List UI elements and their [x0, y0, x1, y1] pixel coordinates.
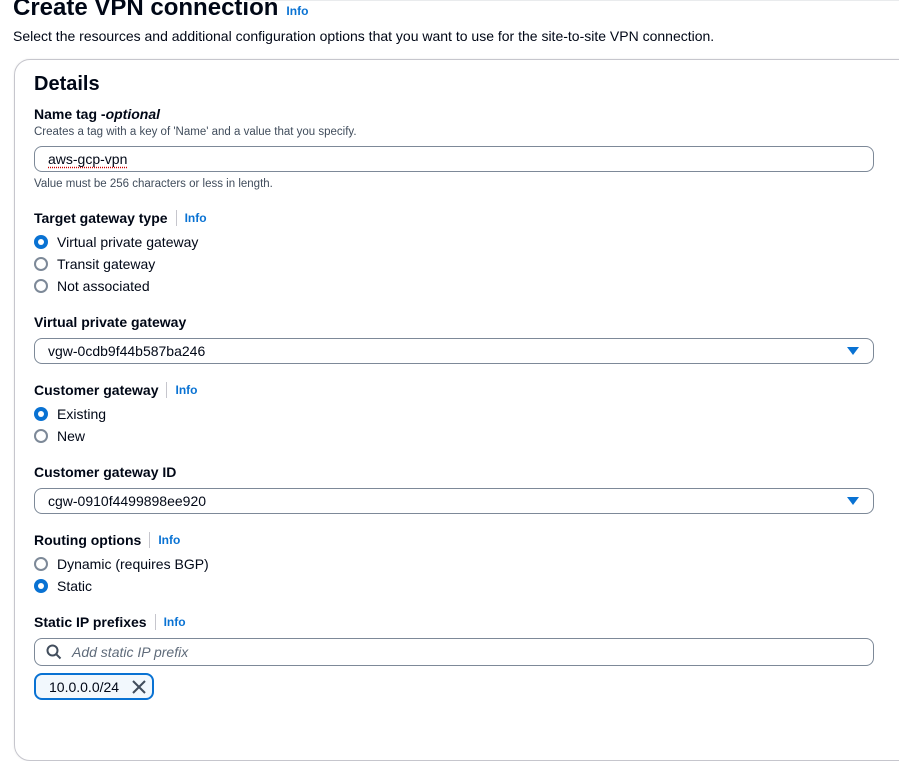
static-ip-prefixes-label-text: Static IP prefixes — [34, 614, 147, 630]
prefix-token: 10.0.0.0/24 — [34, 673, 154, 700]
radio-virtual-private-gateway[interactable]: Virtual private gateway — [34, 234, 198, 250]
radio-label: Static — [57, 578, 93, 594]
radio-selected-indicator — [34, 235, 48, 249]
prefix-token-value: 10.0.0.0/24 — [49, 679, 120, 695]
static-ip-prefixes-label: Static IP prefixes Info — [34, 614, 186, 630]
target-gateway-label-text: Target gateway type — [34, 210, 168, 226]
radio-existing[interactable]: Existing — [34, 406, 106, 422]
customer-gateway-info-link[interactable]: Info — [175, 383, 197, 397]
customer-gateway-id-value: cgw-0910f4499898ee920 — [48, 493, 207, 509]
radio-label: Transit gateway — [57, 256, 156, 272]
target-gateway-label: Target gateway type Info — [34, 210, 207, 226]
radio-dynamic[interactable]: Dynamic (requires BGP) — [34, 556, 209, 572]
page-header: Create VPN connection Info — [13, 0, 308, 22]
close-icon[interactable] — [131, 679, 147, 698]
static-ip-prefixes-info-link[interactable]: Info — [164, 615, 186, 629]
name-tag-hint: Creates a tag with a key of 'Name' and a… — [34, 126, 357, 138]
label-divider — [175, 210, 177, 226]
radio-indicator — [34, 557, 48, 571]
search-icon — [46, 644, 62, 663]
radio-label: Dynamic (requires BGP) — [57, 556, 209, 572]
name-tag-input[interactable]: aws-gcp-vpn — [34, 146, 874, 172]
target-gateway-info-link[interactable]: Info — [185, 211, 207, 225]
radio-transit-gateway[interactable]: Transit gateway — [34, 256, 155, 272]
radio-selected-indicator — [34, 407, 48, 421]
virtual-private-gateway-label: Virtual private gateway — [34, 314, 187, 330]
title-info-link[interactable]: Info — [286, 4, 308, 18]
routing-options-info-link[interactable]: Info — [158, 533, 180, 547]
radio-indicator — [34, 257, 48, 271]
page-description: Select the resources and additional conf… — [13, 28, 715, 44]
radio-label: Existing — [57, 406, 107, 422]
virtual-private-gateway-select[interactable]: vgw-0cdb9f44b587ba246 — [34, 338, 874, 364]
radio-indicator — [34, 279, 48, 293]
name-tag-value: aws-gcp-vpn — [48, 151, 128, 167]
radio-label: Virtual private gateway — [57, 234, 199, 250]
label-divider — [154, 614, 156, 630]
radio-new[interactable]: New — [34, 428, 85, 444]
optional-text: optional — [105, 106, 161, 122]
virtual-private-gateway-value: vgw-0cdb9f44b587ba246 — [48, 343, 206, 359]
name-tag-label-text: Name tag - — [34, 106, 106, 122]
label-divider — [149, 532, 151, 548]
radio-not-associated[interactable]: Not associated — [34, 278, 150, 294]
customer-gateway-id-label: Customer gateway ID — [34, 464, 177, 480]
page-title: Create VPN connection — [13, 0, 279, 21]
customer-gateway-id-select[interactable]: cgw-0910f4499898ee920 — [34, 488, 874, 514]
caret-down-icon — [847, 347, 859, 355]
radio-static[interactable]: Static — [34, 578, 92, 594]
customer-gateway-label-text: Customer gateway — [34, 382, 159, 398]
label-divider — [166, 382, 168, 398]
customer-gateway-label: Customer gateway Info — [34, 382, 197, 398]
name-tag-label: Name tag - optional — [34, 106, 160, 122]
radio-selected-indicator — [34, 579, 48, 593]
radio-label: New — [57, 428, 86, 444]
details-heading: Details — [34, 73, 100, 95]
radio-label: Not associated — [57, 278, 150, 294]
radio-indicator — [34, 429, 48, 443]
routing-options-label: Routing options Info — [34, 532, 180, 548]
static-ip-prefix-input[interactable]: Add static IP prefix — [34, 638, 874, 666]
top-divider — [245, 0, 899, 1]
name-tag-constraint: Value must be 256 characters or less in … — [34, 178, 273, 190]
caret-down-icon — [847, 497, 859, 505]
routing-options-label-text: Routing options — [34, 532, 142, 548]
static-ip-prefix-placeholder: Add static IP prefix — [72, 644, 189, 660]
